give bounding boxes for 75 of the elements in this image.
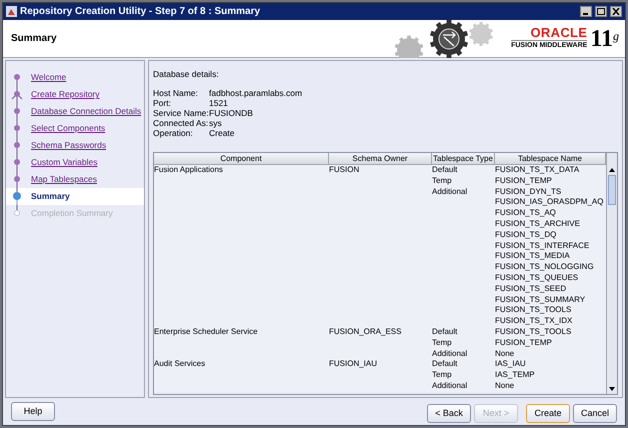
dialog-button[interactable]: Help [11, 402, 55, 421]
table-cell-text: Default [432, 359, 458, 370]
dialog-button[interactable]: Create [526, 404, 570, 423]
brand-logo: ORACLE [530, 26, 588, 39]
table-cell-text: FUSION_TS_DQ [495, 230, 558, 241]
table-cell-text: FUSION_TS_MEDIA [495, 251, 571, 262]
table-cell-text: FUSION_TS_TOOLS [495, 326, 572, 338]
close-icon [612, 8, 620, 15]
table-cell-text: FUSION_TS_ARCHIVE [495, 218, 581, 230]
table-cell-text: FUSION_TS_SEED [495, 284, 568, 295]
table-cell-text: None [495, 380, 516, 392]
column-header[interactable]: Schema Owner [329, 153, 432, 165]
step-item[interactable]: Create Repository [6, 86, 144, 103]
column-header[interactable]: Tablespace Name [495, 153, 606, 165]
table-cell-text: FUSION_TS_TX_IDX [495, 316, 574, 327]
table-cell-text: Temp [432, 370, 453, 381]
step-item[interactable]: Schema Passwords [6, 137, 144, 154]
table-cell-text: FUSION_TEMP [495, 338, 553, 349]
step-item[interactable]: Welcome [6, 69, 144, 86]
dialog-button[interactable]: < Back [427, 404, 471, 423]
column-header[interactable]: Component [154, 153, 329, 165]
table-cell-text: Enterprise Scheduler Service [154, 326, 259, 338]
table-cell-text: FUSION_TS_SUMMARY [495, 294, 586, 306]
scrollbar[interactable] [606, 153, 617, 394]
field-label: Operation: [153, 128, 194, 138]
step-item[interactable]: Database Connection Details [6, 103, 144, 120]
table-cell-text: Default [432, 165, 458, 176]
table-cell-text: None [495, 348, 516, 360]
table-cell-text: FUSION_TS_NOLOGGING [495, 262, 595, 273]
version-label: 11$^{g}$ [590, 26, 619, 50]
table-cell-text: FUSION_ORA_ESS [329, 326, 402, 338]
field-value: sys [209, 118, 223, 128]
step-item[interactable]: Select Components [6, 120, 144, 137]
table-cell-text: Fusion Applications [154, 165, 224, 176]
table-cell-text: Temp [432, 338, 453, 349]
table-cell-text: Default [432, 326, 458, 338]
scroll-thumb[interactable] [608, 175, 616, 205]
field-value: fadbhost.paramlabs.com [209, 88, 304, 98]
table-cell-text: FUSION [329, 165, 360, 176]
table-cell-text: Audit Services [154, 359, 206, 370]
table-cell-text: Additional [432, 348, 468, 360]
field-label: Host Name: [153, 88, 199, 98]
field-value: Create [209, 128, 236, 138]
table-cell-text: FUSION_TS_INTERFACE [495, 240, 590, 252]
table-cell-text: Additional [432, 186, 468, 198]
dialog-button[interactable]: Cancel [573, 404, 617, 423]
table-cell-text: FUSION_TEMP [495, 176, 553, 187]
table-cell-text: FUSION_TS_TOOLS [495, 305, 572, 316]
table-cell-text: FUSION_IAS_ORASDPM_AQ [495, 197, 604, 208]
table-cell-text: IAS_IAU [495, 359, 527, 370]
field-value: 1521 [209, 98, 229, 108]
table-cell-text: FUSION_DYN_TS [495, 186, 562, 198]
table-cell-text: FUSION_IAU [329, 359, 378, 370]
field-label: Service Name: [153, 108, 209, 118]
step-item[interactable]: Summary [6, 188, 144, 205]
table-cell-text: FUSION_TS_QUEUES [495, 272, 580, 284]
section-heading: Database details: [153, 69, 220, 80]
page-title: Summary [11, 32, 58, 46]
maximize-icon [597, 8, 605, 15]
app-icon [6, 6, 17, 17]
field-label: Port: [153, 98, 172, 108]
table-cell-text: Additional [432, 380, 468, 392]
field-value: FUSIONDB [209, 108, 254, 118]
field-label: Connected As: [153, 118, 209, 128]
step-item[interactable]: Custom Variables [6, 154, 144, 171]
table-cell-text: FUSION_TS_AQ [495, 208, 557, 219]
close-button[interactable] [610, 6, 622, 17]
column-header[interactable]: Tablespace Type [432, 153, 495, 165]
table-cell-text: Temp [432, 176, 453, 187]
table-cell-text: FUSION_TS_TX_DATA [495, 165, 580, 176]
minimize-button[interactable] [580, 6, 592, 17]
table-cell-text: IAS_TEMP [495, 370, 536, 381]
window-title: Repository Creation Utility - Step 7 of 8 : Summary [20, 5, 262, 19]
maximize-button[interactable] [595, 6, 607, 17]
step-item: Completion Summary [6, 205, 144, 222]
